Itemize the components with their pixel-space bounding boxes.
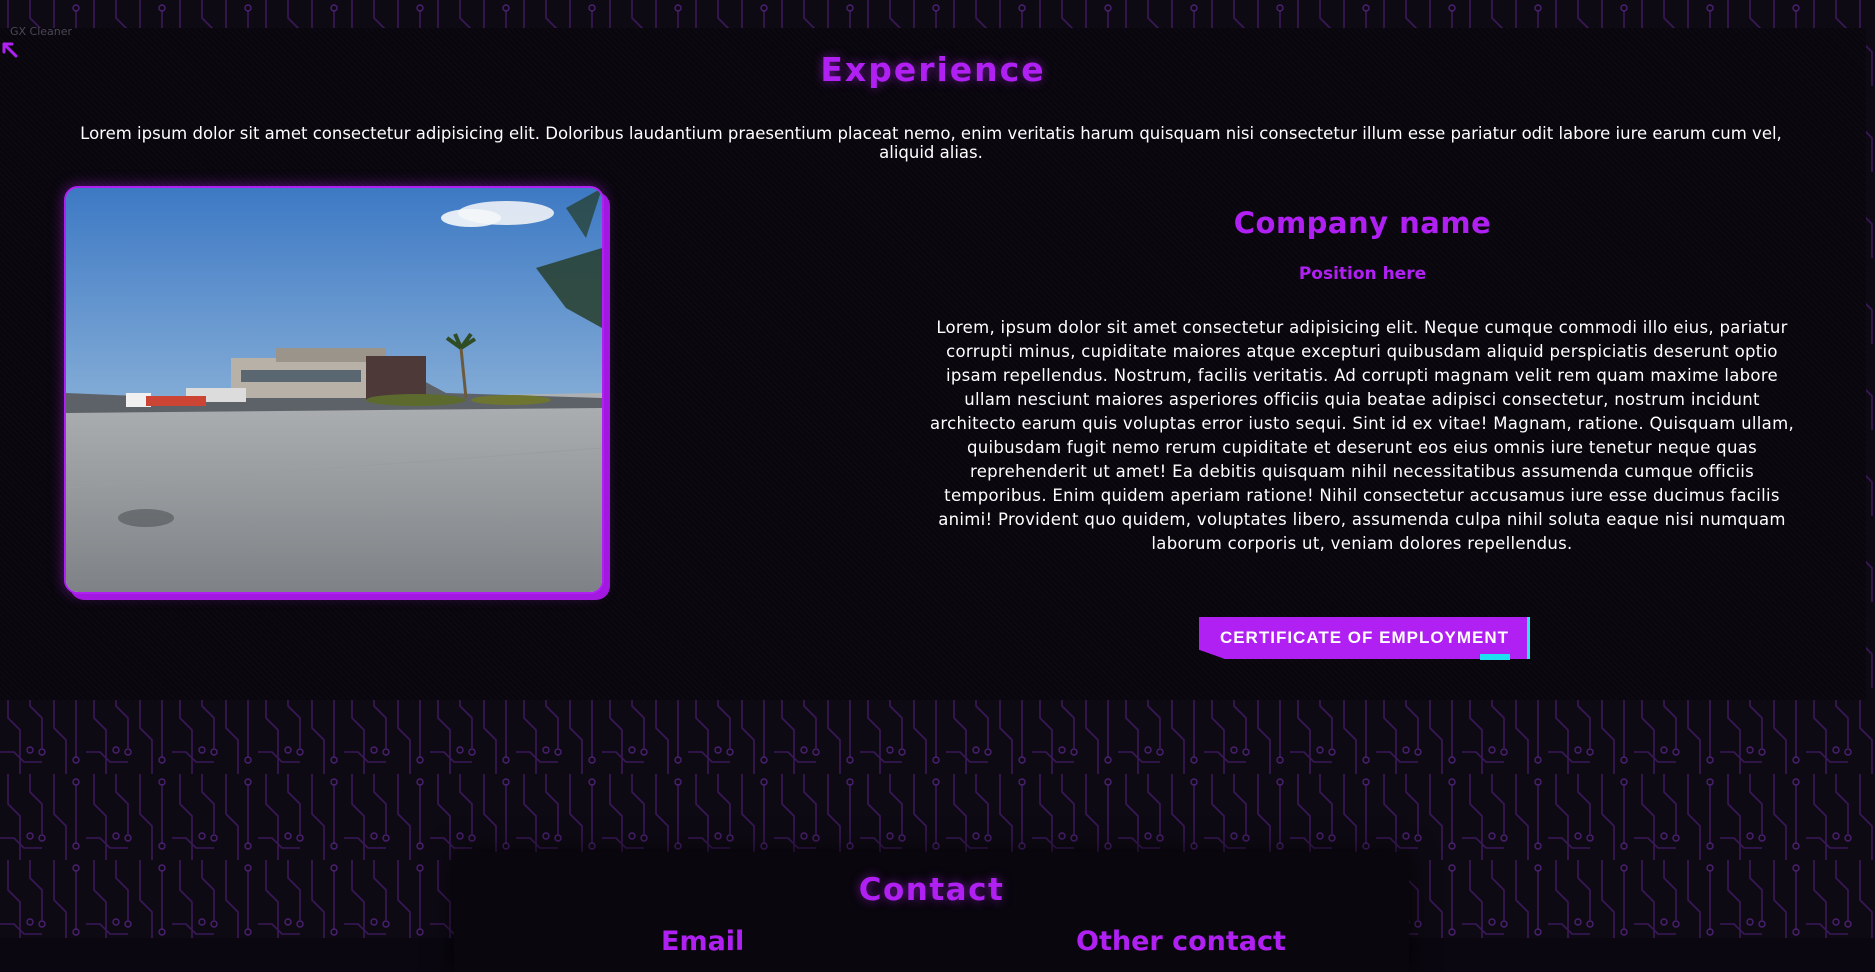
- button-glitch-accent: [1480, 654, 1510, 660]
- experience-section: Experience Lorem ipsum dolor sit amet co…: [0, 28, 1866, 700]
- other-contact-heading: Other contact: [1076, 926, 1286, 957]
- email-heading: Email: [661, 926, 745, 957]
- experience-title: Experience: [820, 50, 1046, 89]
- page-label: GX Cleaner: [10, 25, 73, 38]
- contact-section: Contact Email Other contact: [454, 852, 1409, 972]
- contact-title: Contact: [858, 872, 1005, 908]
- company-name: Company name: [1233, 206, 1492, 240]
- company-building-image: [66, 188, 602, 592]
- arrow-up-left-icon[interactable]: [0, 40, 22, 62]
- certificate-of-employment-button[interactable]: CERTIFICATE OF EMPLOYMENT: [1199, 617, 1530, 659]
- experience-description: Lorem, ipsum dolor sit amet consectetur …: [930, 318, 1794, 553]
- company-photo: [64, 186, 604, 594]
- position-title: Position here: [1298, 264, 1427, 284]
- experience-intro: Lorem ipsum dolor sit amet consectetur a…: [80, 124, 1782, 162]
